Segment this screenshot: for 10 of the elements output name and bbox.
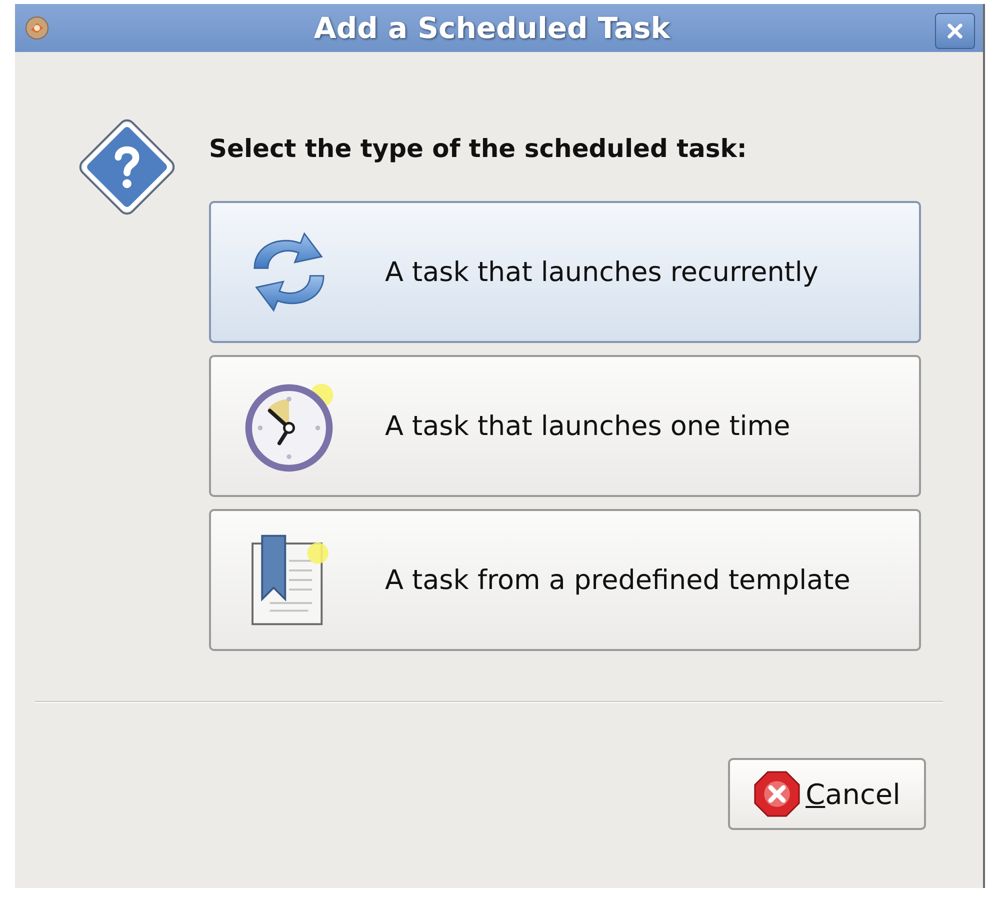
app-icon	[25, 16, 49, 40]
task-type-option[interactable]: A task from a predefined template	[209, 509, 921, 651]
dialog-heading: Select the type of the scheduled task:	[209, 134, 748, 163]
task-type-option[interactable]: A task that launches recurrently	[209, 201, 921, 343]
close-icon	[946, 22, 964, 40]
cancel-icon	[754, 771, 800, 817]
close-button[interactable]	[935, 13, 975, 49]
cancel-button[interactable]: Cancel	[728, 758, 926, 830]
task-type-option[interactable]: A task that launches one time	[209, 355, 921, 497]
window-title: Add a Scheduled Task	[312, 11, 672, 45]
